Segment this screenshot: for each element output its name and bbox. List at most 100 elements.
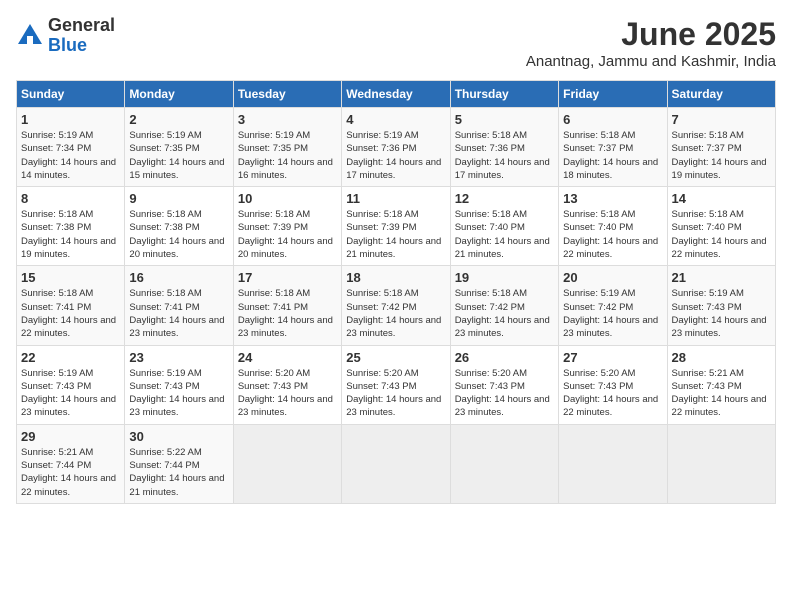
calendar-cell (559, 424, 667, 503)
day-number: 16 (129, 270, 228, 285)
day-number: 8 (21, 191, 120, 206)
calendar-cell: 11 Sunrise: 5:18 AMSunset: 7:39 PMDayligh… (342, 187, 450, 266)
calendar-cell (342, 424, 450, 503)
day-number: 27 (563, 350, 662, 365)
title-area: June 2025 Anantnag, Jammu and Kashmir, I… (526, 16, 776, 70)
day-number: 9 (129, 191, 228, 206)
calendar-cell: 1Sunrise: 5:19 AMSunset: 7:34 PMDaylight… (17, 108, 125, 187)
day-info: Sunrise: 5:19 AMSunset: 7:43 PMDaylight:… (672, 287, 771, 340)
day-info: Sunrise: 5:18 AMSunset: 7:40 PMDaylight:… (672, 208, 771, 261)
day-number: 2 (129, 112, 228, 127)
calendar-cell: 22 Sunrise: 5:19 AMSunset: 7:43 PMDayligh… (17, 345, 125, 424)
header-row: SundayMondayTuesdayWednesdayThursdayFrid… (17, 81, 776, 108)
logo-icon (16, 22, 44, 50)
day-info: Sunrise: 5:19 AMSunset: 7:43 PMDaylight:… (129, 367, 228, 420)
calendar-week-4: 22 Sunrise: 5:19 AMSunset: 7:43 PMDayligh… (17, 345, 776, 424)
day-number: 14 (672, 191, 771, 206)
header-tuesday: Tuesday (233, 81, 341, 108)
header-sunday: Sunday (17, 81, 125, 108)
day-number: 6 (563, 112, 662, 127)
day-info: Sunrise: 5:18 AMSunset: 7:38 PMDaylight:… (129, 208, 228, 261)
day-info: Sunrise: 5:20 AMSunset: 7:43 PMDaylight:… (238, 367, 337, 420)
day-info: Sunrise: 5:20 AMSunset: 7:43 PMDaylight:… (346, 367, 445, 420)
day-info: Sunrise: 5:18 AMSunset: 7:41 PMDaylight:… (129, 287, 228, 340)
location-title: Anantnag, Jammu and Kashmir, India (526, 53, 776, 70)
day-info: Sunrise: 5:19 AMSunset: 7:36 PMDaylight:… (346, 129, 445, 182)
day-number: 26 (455, 350, 554, 365)
calendar-cell: 14 Sunrise: 5:18 AMSunset: 7:40 PMDayligh… (667, 187, 775, 266)
day-info: Sunrise: 5:19 AMSunset: 7:43 PMDaylight:… (21, 367, 120, 420)
day-number: 11 (346, 191, 445, 206)
calendar-cell: 25 Sunrise: 5:20 AMSunset: 7:43 PMDayligh… (342, 345, 450, 424)
month-title: June 2025 (526, 16, 776, 53)
day-info: Sunrise: 5:18 AMSunset: 7:42 PMDaylight:… (455, 287, 554, 340)
day-info: Sunrise: 5:22 AMSunset: 7:44 PMDaylight:… (129, 446, 228, 499)
day-number: 21 (672, 270, 771, 285)
calendar-cell: 16 Sunrise: 5:18 AMSunset: 7:41 PMDayligh… (125, 266, 233, 345)
calendar-cell: 7 Sunrise: 5:18 AMSunset: 7:37 PMDaylight… (667, 108, 775, 187)
day-info: Sunrise: 5:18 AMSunset: 7:38 PMDaylight:… (21, 208, 120, 261)
day-info: Sunrise: 5:21 AMSunset: 7:44 PMDaylight:… (21, 446, 120, 499)
day-number: 5 (455, 112, 554, 127)
day-info: Sunrise: 5:18 AMSunset: 7:37 PMDaylight:… (672, 129, 771, 182)
calendar-table: SundayMondayTuesdayWednesdayThursdayFrid… (16, 80, 776, 504)
day-number: 22 (21, 350, 120, 365)
calendar-week-5: 29 Sunrise: 5:21 AMSunset: 7:44 PMDayligh… (17, 424, 776, 503)
day-number: 17 (238, 270, 337, 285)
day-info: Sunrise: 5:18 AMSunset: 7:39 PMDaylight:… (346, 208, 445, 261)
day-info: Sunrise: 5:19 AMSunset: 7:42 PMDaylight:… (563, 287, 662, 340)
day-number: 23 (129, 350, 228, 365)
calendar-cell: 23 Sunrise: 5:19 AMSunset: 7:43 PMDayligh… (125, 345, 233, 424)
day-number: 18 (346, 270, 445, 285)
header-friday: Friday (559, 81, 667, 108)
calendar-cell: 8 Sunrise: 5:18 AMSunset: 7:38 PMDaylight… (17, 187, 125, 266)
calendar-cell (233, 424, 341, 503)
day-number: 10 (238, 191, 337, 206)
day-info: Sunrise: 5:19 AMSunset: 7:35 PMDaylight:… (129, 129, 228, 182)
calendar-cell: 10 Sunrise: 5:18 AMSunset: 7:39 PMDayligh… (233, 187, 341, 266)
calendar-cell (667, 424, 775, 503)
day-number: 12 (455, 191, 554, 206)
calendar-cell: 3 Sunrise: 5:19 AMSunset: 7:35 PMDaylight… (233, 108, 341, 187)
calendar-cell: 28Sunrise: 5:21 AMSunset: 7:43 PMDayligh… (667, 345, 775, 424)
calendar-cell: 17Sunrise: 5:18 AMSunset: 7:41 PMDayligh… (233, 266, 341, 345)
calendar-cell: 30Sunrise: 5:22 AMSunset: 7:44 PMDayligh… (125, 424, 233, 503)
calendar-week-1: 1Sunrise: 5:19 AMSunset: 7:34 PMDaylight… (17, 108, 776, 187)
day-info: Sunrise: 5:18 AMSunset: 7:41 PMDaylight:… (21, 287, 120, 340)
day-number: 15 (21, 270, 120, 285)
calendar-cell: 20Sunrise: 5:19 AMSunset: 7:42 PMDayligh… (559, 266, 667, 345)
calendar-cell: 9 Sunrise: 5:18 AMSunset: 7:38 PMDaylight… (125, 187, 233, 266)
day-number: 24 (238, 350, 337, 365)
day-info: Sunrise: 5:18 AMSunset: 7:39 PMDaylight:… (238, 208, 337, 261)
header-monday: Monday (125, 81, 233, 108)
calendar-cell: 27Sunrise: 5:20 AMSunset: 7:43 PMDayligh… (559, 345, 667, 424)
calendar-week-3: 15 Sunrise: 5:18 AMSunset: 7:41 PMDayligh… (17, 266, 776, 345)
calendar-cell (450, 424, 558, 503)
header-thursday: Thursday (450, 81, 558, 108)
day-info: Sunrise: 5:18 AMSunset: 7:42 PMDaylight:… (346, 287, 445, 340)
day-number: 19 (455, 270, 554, 285)
day-number: 7 (672, 112, 771, 127)
logo-general: General (48, 16, 115, 36)
page-header: General Blue June 2025 Anantnag, Jammu a… (16, 16, 776, 70)
day-number: 25 (346, 350, 445, 365)
calendar-cell: 26Sunrise: 5:20 AMSunset: 7:43 PMDayligh… (450, 345, 558, 424)
calendar-cell: 4Sunrise: 5:19 AMSunset: 7:36 PMDaylight… (342, 108, 450, 187)
calendar-cell: 29 Sunrise: 5:21 AMSunset: 7:44 PMDayligh… (17, 424, 125, 503)
calendar-cell: 24 Sunrise: 5:20 AMSunset: 7:43 PMDayligh… (233, 345, 341, 424)
calendar-cell: 13 Sunrise: 5:18 AMSunset: 7:40 PMDayligh… (559, 187, 667, 266)
calendar-cell: 12Sunrise: 5:18 AMSunset: 7:40 PMDayligh… (450, 187, 558, 266)
header-saturday: Saturday (667, 81, 775, 108)
day-number: 1 (21, 112, 120, 127)
day-info: Sunrise: 5:19 AMSunset: 7:35 PMDaylight:… (238, 129, 337, 182)
calendar-cell: 18 Sunrise: 5:18 AMSunset: 7:42 PMDayligh… (342, 266, 450, 345)
calendar-cell: 15 Sunrise: 5:18 AMSunset: 7:41 PMDayligh… (17, 266, 125, 345)
day-number: 3 (238, 112, 337, 127)
day-number: 13 (563, 191, 662, 206)
header-wednesday: Wednesday (342, 81, 450, 108)
calendar-cell: 2 Sunrise: 5:19 AMSunset: 7:35 PMDaylight… (125, 108, 233, 187)
day-number: 29 (21, 429, 120, 444)
calendar-cell: 5Sunrise: 5:18 AMSunset: 7:36 PMDaylight… (450, 108, 558, 187)
day-info: Sunrise: 5:18 AMSunset: 7:40 PMDaylight:… (563, 208, 662, 261)
calendar-cell: 21 Sunrise: 5:19 AMSunset: 7:43 PMDayligh… (667, 266, 775, 345)
